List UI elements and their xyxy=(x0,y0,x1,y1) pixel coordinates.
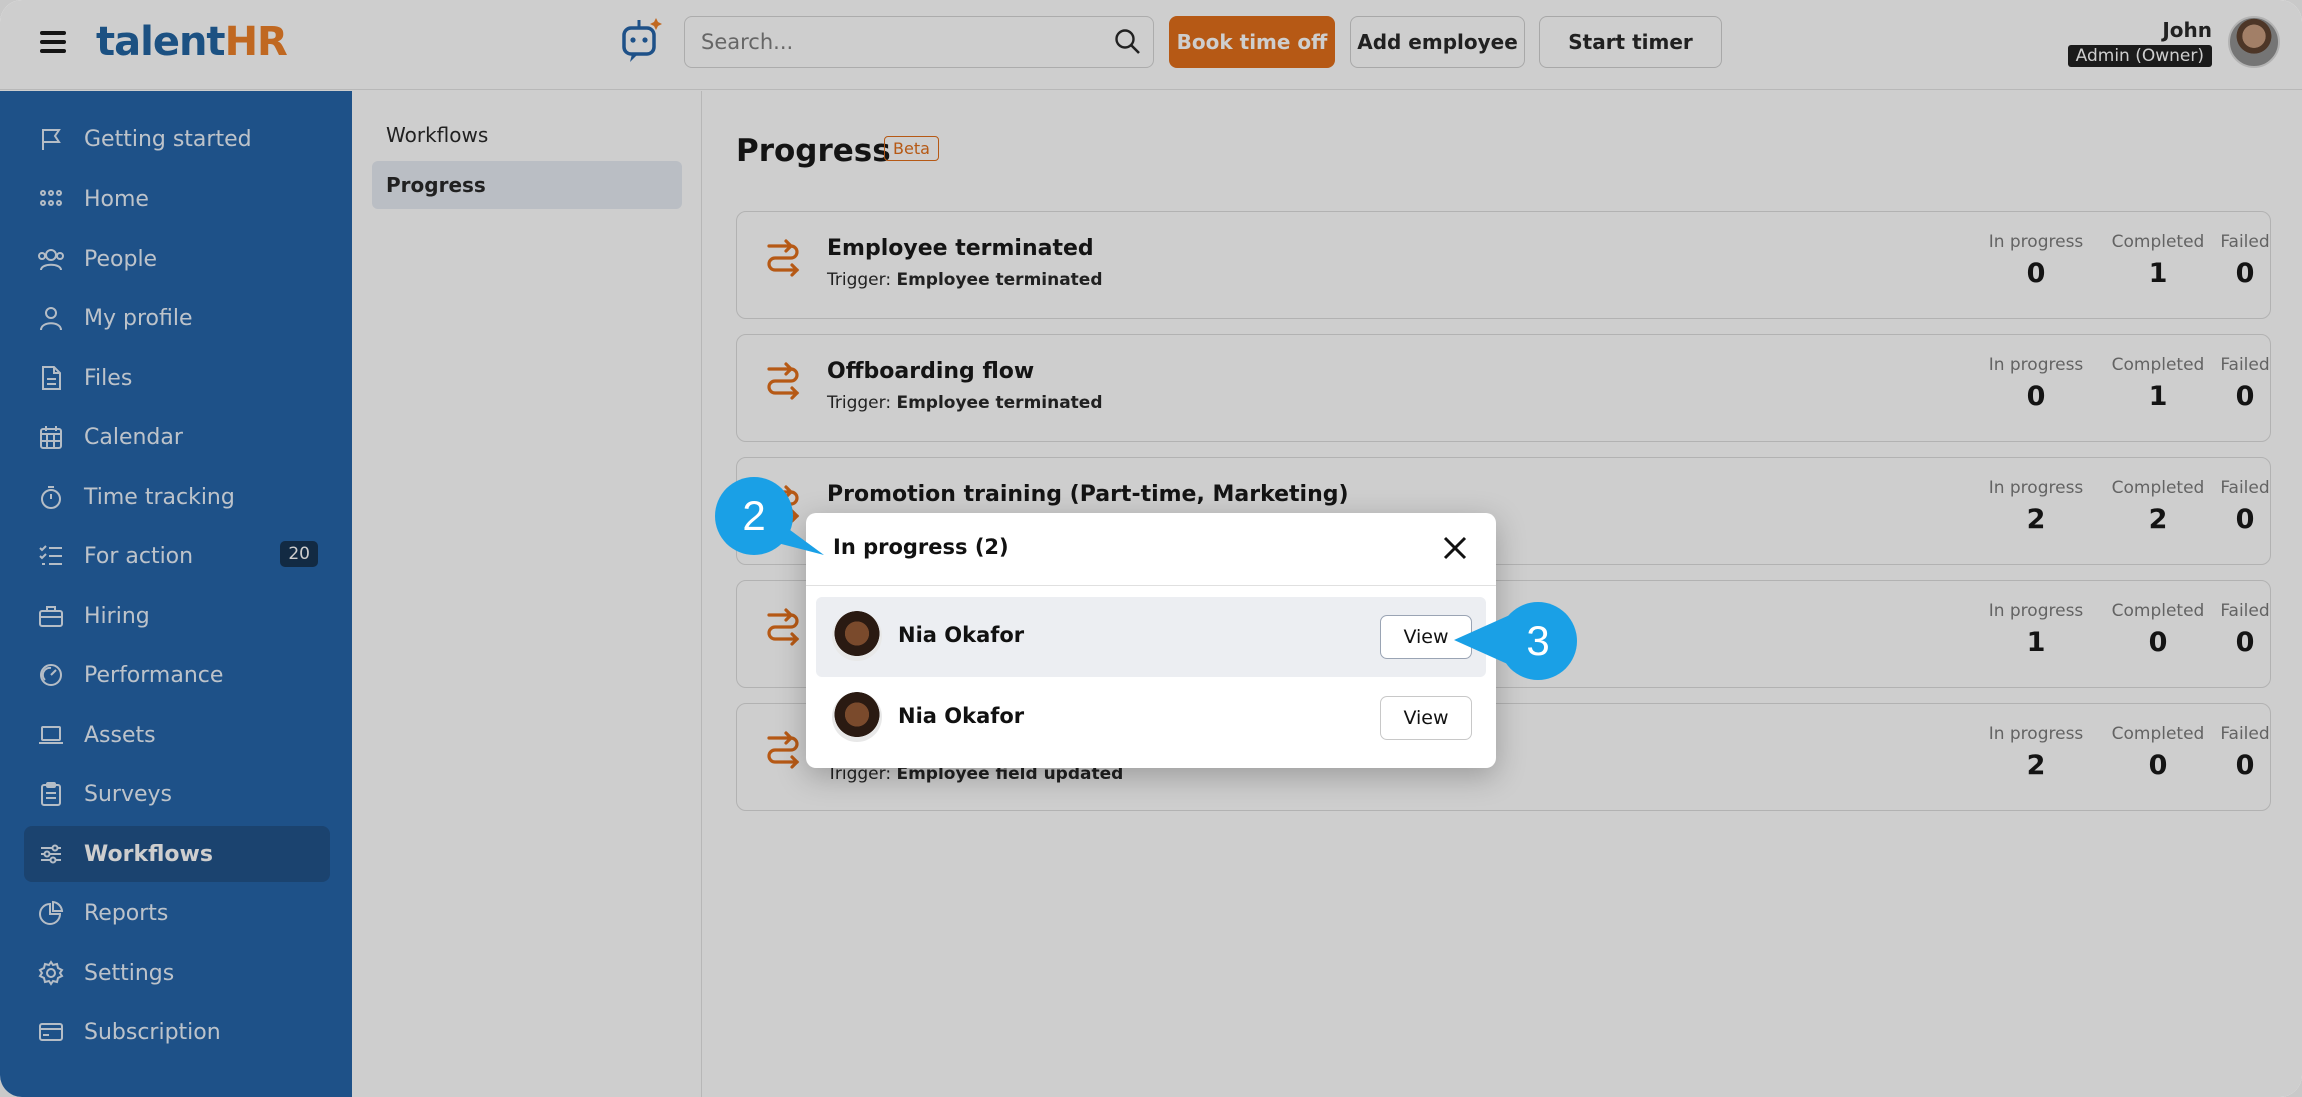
employee-name: Nia Okafor xyxy=(898,623,1025,647)
app-window: talentHR Book time off Add employee Star… xyxy=(0,0,2302,1097)
view-button[interactable]: View xyxy=(1380,696,1472,740)
close-icon[interactable] xyxy=(1440,533,1470,563)
step-callout-2: 2 xyxy=(715,477,793,555)
employee-name: Nia Okafor xyxy=(898,704,1025,728)
employee-avatar xyxy=(832,611,882,661)
modal-divider xyxy=(806,585,1496,586)
modal-title: In progress (2) xyxy=(833,535,1009,559)
step-callout-3: 3 xyxy=(1499,602,1577,680)
employee-avatar xyxy=(832,692,882,742)
employee-row[interactable]: Nia Okafor View xyxy=(816,597,1486,677)
employee-row[interactable]: Nia Okafor View xyxy=(816,678,1486,758)
in-progress-modal: In progress (2) Nia Okafor View Nia Okaf… xyxy=(806,513,1496,768)
